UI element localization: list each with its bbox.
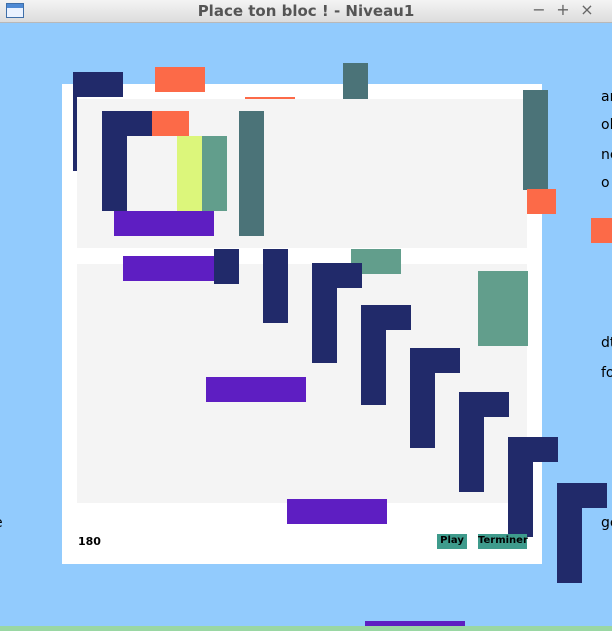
edge-text-fragment: ar	[601, 89, 612, 105]
purple-block[interactable]	[114, 211, 214, 236]
navy-l-block[interactable]	[361, 330, 386, 405]
teal-block[interactable]	[523, 90, 548, 190]
finish-button[interactable]: Terminer	[478, 534, 528, 549]
navy-l-block[interactable]	[459, 392, 509, 417]
orange-block[interactable]	[245, 97, 295, 99]
navy-l-block[interactable]	[361, 305, 411, 330]
orange-block[interactable]	[527, 189, 556, 214]
navy-l-block[interactable]	[73, 97, 77, 171]
edge-text-fragment: ge	[601, 515, 612, 531]
navy-l-block[interactable]	[312, 263, 362, 288]
purple-block[interactable]	[206, 377, 306, 402]
navy-l-block[interactable]	[557, 483, 607, 508]
navy-l-block[interactable]	[459, 417, 484, 492]
window-title: Place ton bloc ! - Niveau1	[197, 2, 415, 20]
navy-block[interactable]	[214, 249, 239, 284]
lime-block[interactable]	[177, 136, 202, 211]
navy-l-block[interactable]	[557, 508, 582, 583]
teal-block[interactable]	[239, 111, 264, 236]
close-button[interactable]: ×	[576, 0, 598, 22]
navy-block[interactable]	[263, 249, 288, 323]
purple-block[interactable]	[365, 621, 465, 626]
minimize-button[interactable]: −	[528, 0, 550, 22]
game-window: ar ol ne o e dt fo ge e	[0, 0, 612, 626]
navy-l-block[interactable]	[508, 437, 558, 462]
purple-block[interactable]	[287, 499, 387, 524]
navy-l-block[interactable]	[102, 111, 152, 136]
edge-text-fragment: fo	[601, 365, 612, 381]
orange-block[interactable]	[152, 111, 189, 136]
navy-l-block[interactable]	[410, 373, 435, 448]
orange-block[interactable]	[155, 67, 205, 92]
maximize-button[interactable]: +	[552, 0, 574, 22]
edge-text-fragment: e	[0, 514, 3, 532]
edge-text-fragment: o	[601, 175, 610, 191]
purple-block[interactable]	[123, 256, 223, 281]
edge-text-fragment: dt	[601, 335, 612, 351]
score-label: 180	[78, 535, 101, 548]
edge-text-fragment: ne	[601, 147, 612, 163]
play-button[interactable]: Play	[437, 534, 467, 549]
navy-l-block[interactable]	[410, 348, 460, 373]
navy-l-block[interactable]	[508, 462, 533, 537]
sage-block[interactable]	[202, 136, 227, 211]
orange-block[interactable]	[591, 218, 612, 243]
teal-block[interactable]	[343, 63, 368, 99]
navy-l-block[interactable]	[102, 136, 127, 211]
edge-text-fragment: ol	[601, 117, 612, 133]
navy-l-block[interactable]	[73, 72, 123, 97]
navy-l-block[interactable]	[312, 288, 337, 363]
sage-block[interactable]	[478, 271, 528, 346]
title-bar[interactable]: Place ton bloc ! - Niveau1 − + ×	[0, 0, 612, 23]
